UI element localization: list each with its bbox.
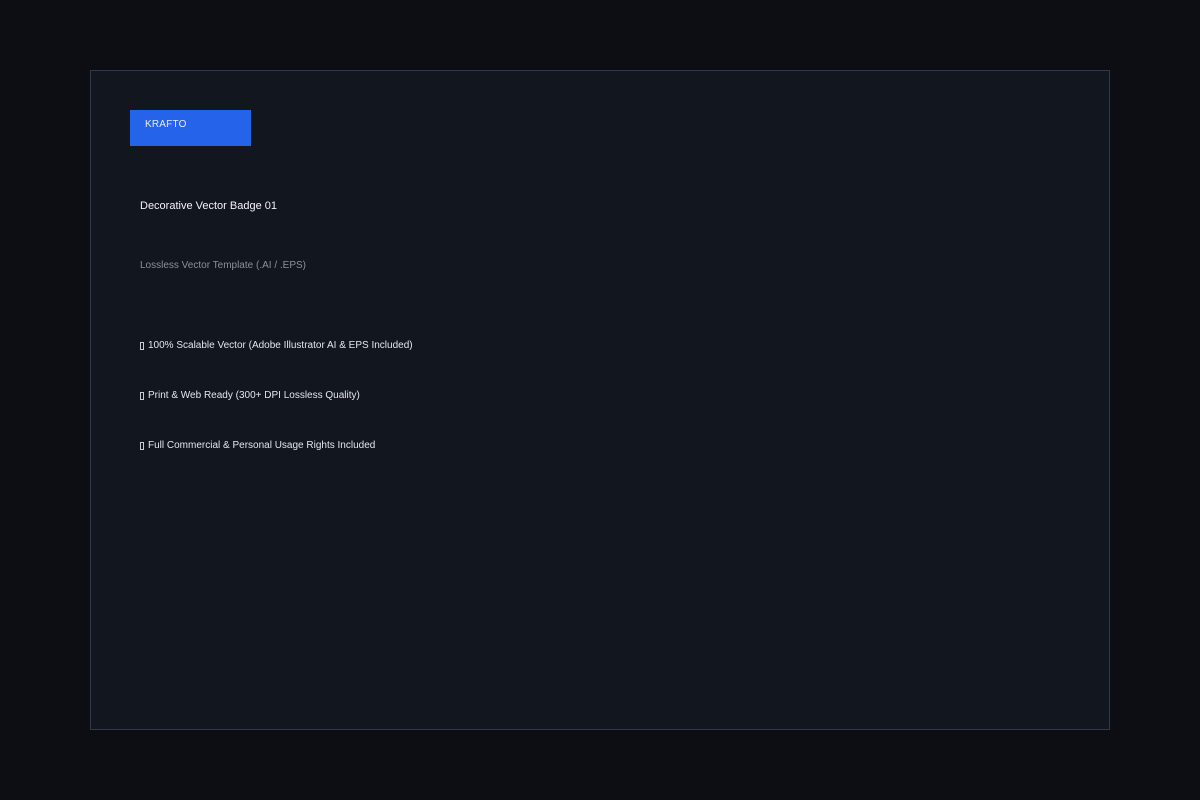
feature-item: Full Commercial & Personal Usage Rights … (140, 439, 375, 453)
missing-glyph-icon (140, 392, 144, 400)
product-card: KRAFTO Decorative Vector Badge 01 Lossle… (90, 70, 1110, 730)
feature-label: 100% Scalable Vector (Adobe Illustrator … (148, 340, 413, 351)
feature-item: 100% Scalable Vector (Adobe Illustrator … (140, 339, 413, 353)
missing-glyph-icon (140, 342, 144, 350)
feature-item: Print & Web Ready (300+ DPI Lossless Qua… (140, 389, 360, 403)
brand-label: KRAFTO (145, 119, 187, 130)
product-subtitle: Lossless Vector Template (.AI / .EPS) (140, 260, 306, 271)
product-title: Decorative Vector Badge 01 (140, 200, 277, 212)
brand-badge: KRAFTO (130, 110, 251, 146)
feature-label: Print & Web Ready (300+ DPI Lossless Qua… (148, 390, 360, 401)
missing-glyph-icon (140, 442, 144, 450)
feature-label: Full Commercial & Personal Usage Rights … (148, 440, 376, 451)
page-background: KRAFTO Decorative Vector Badge 01 Lossle… (0, 0, 1200, 800)
